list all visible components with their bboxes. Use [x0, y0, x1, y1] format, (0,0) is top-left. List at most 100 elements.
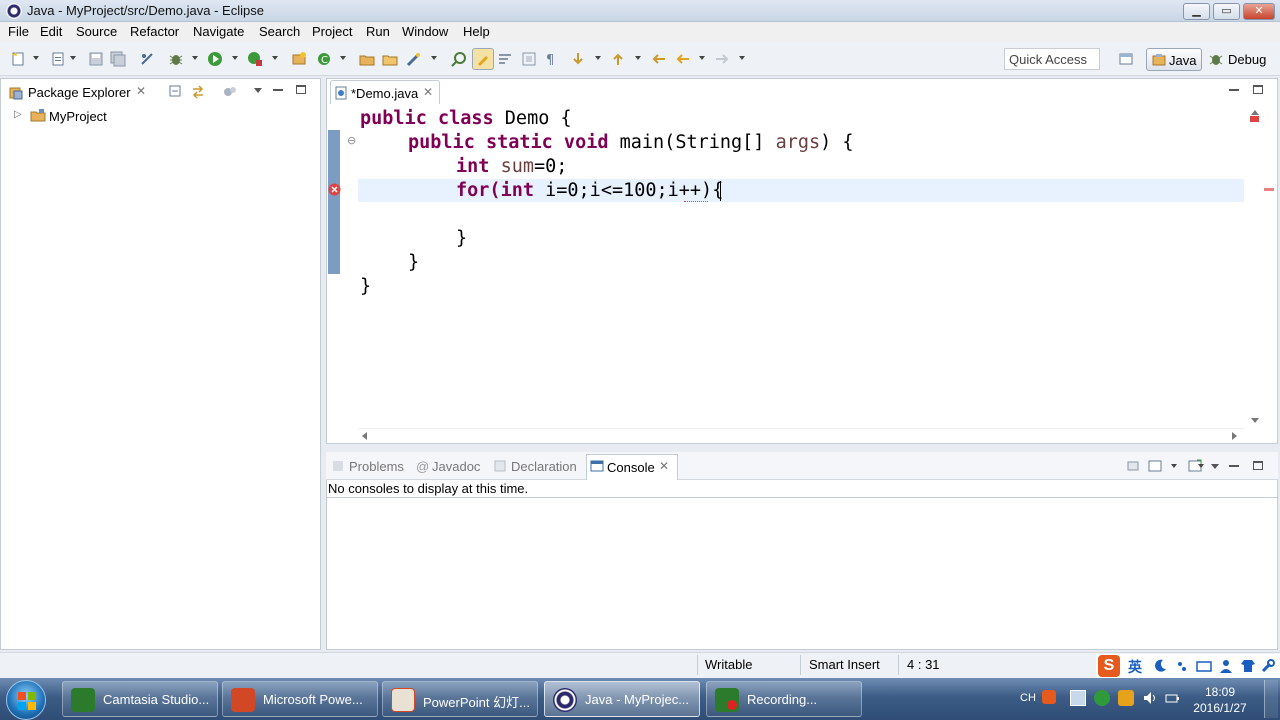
taskbar-item-eclipse[interactable]: Java - MyProjec...	[544, 681, 700, 717]
editor-vertical-scrollbar[interactable]	[1248, 108, 1262, 426]
taskbar-item-recording[interactable]: Recording...	[706, 681, 862, 717]
show-whitespace-icon[interactable]: ¶	[543, 51, 559, 67]
quick-access-input[interactable]: Quick Access	[1004, 48, 1100, 70]
new-java-project-icon[interactable]	[291, 51, 307, 67]
error-overview-marker[interactable]	[1250, 116, 1259, 122]
skip-breakpoints-icon[interactable]	[139, 51, 155, 67]
search-tool-icon[interactable]	[406, 51, 422, 67]
menu-window[interactable]: Window	[402, 24, 448, 39]
external-tools-icon[interactable]	[247, 51, 263, 67]
java-perspective-button[interactable]: Java	[1146, 48, 1202, 71]
network-tray-icon[interactable]	[1070, 690, 1086, 706]
start-button[interactable]	[6, 680, 46, 720]
back-icon[interactable]	[675, 51, 691, 67]
tab-declaration[interactable]: Declaration	[511, 459, 577, 474]
next-annotation-icon[interactable]	[570, 51, 586, 67]
minimize-button[interactable]: ▁	[1183, 3, 1210, 20]
scroll-right-icon[interactable]	[1232, 432, 1237, 440]
prev-annotation-dropdown-icon[interactable]	[635, 56, 641, 60]
editor-tab-demo[interactable]: *Demo.java ✕	[330, 80, 440, 104]
package-explorer-tab[interactable]: Package Explorer ✕	[4, 80, 156, 104]
ime-language-icon[interactable]: 英	[1128, 657, 1142, 677]
run-dropdown-icon[interactable]	[232, 56, 238, 60]
tab-console[interactable]: Console ✕	[586, 454, 678, 480]
run-icon[interactable]	[207, 51, 223, 67]
scroll-up-icon[interactable]	[1251, 110, 1259, 115]
collapse-all-icon[interactable]	[168, 84, 184, 100]
input-language-indicator[interactable]: CH	[1020, 692, 1036, 704]
close-view-icon[interactable]: ✕	[136, 84, 146, 98]
word-wrap-icon[interactable]	[497, 51, 513, 67]
menu-source[interactable]: Source	[76, 24, 117, 39]
open-type-icon[interactable]	[359, 51, 375, 67]
taskbar-item-camtasia[interactable]: Camtasia Studio...	[62, 681, 218, 717]
ime-punct-icon[interactable]	[1174, 658, 1190, 674]
debug-perspective-button[interactable]: Debug	[1208, 48, 1274, 71]
ime-moon-icon[interactable]	[1152, 658, 1168, 674]
new-class-icon[interactable]: C	[316, 51, 332, 67]
menu-refactor[interactable]: Refactor	[130, 24, 179, 39]
display-console-dropdown-icon[interactable]	[1171, 464, 1177, 468]
ime-user-icon[interactable]	[1218, 658, 1234, 674]
menu-project[interactable]: Project	[312, 24, 352, 39]
search-tool-dropdown-icon[interactable]	[431, 56, 437, 60]
save-icon[interactable]	[88, 51, 104, 67]
mark-occurrences-button[interactable]	[472, 48, 494, 70]
ime-keyboard-icon[interactable]	[1196, 658, 1212, 674]
minimize-view-icon[interactable]	[273, 89, 283, 91]
view-menu-icon[interactable]	[254, 88, 262, 93]
sogou-ime-icon[interactable]: S	[1098, 655, 1120, 677]
editor-minimize-icon[interactable]	[1229, 89, 1239, 91]
menu-edit[interactable]: Edit	[40, 24, 62, 39]
menu-run[interactable]: Run	[366, 24, 390, 39]
maximize-view-icon[interactable]	[296, 85, 306, 94]
open-folder-icon[interactable]	[382, 51, 398, 67]
block-selection-icon[interactable]	[521, 51, 537, 67]
display-console-icon[interactable]	[1148, 459, 1162, 473]
console-maximize-icon[interactable]	[1253, 461, 1263, 470]
new-file-dropdown-icon[interactable]	[70, 56, 76, 60]
forward-icon[interactable]	[714, 51, 730, 67]
focus-task-icon[interactable]	[222, 84, 238, 100]
close-button[interactable]: ✕	[1243, 3, 1275, 20]
debug-icon[interactable]	[168, 51, 184, 67]
expand-arrow-icon[interactable]: ▷	[14, 109, 22, 120]
taskbar-item-powerpoint[interactable]: Microsoft Powe...	[222, 681, 378, 717]
new-class-dropdown-icon[interactable]	[340, 56, 346, 60]
console-view-menu-icon[interactable]	[1211, 464, 1219, 469]
external-tools-dropdown-icon[interactable]	[272, 56, 278, 60]
system-clock[interactable]: 18:09 2016/1/27	[1190, 684, 1250, 716]
sogou-tray-icon[interactable]	[1042, 690, 1056, 704]
ime-shirt-icon[interactable]	[1240, 658, 1256, 674]
console-minimize-icon[interactable]	[1229, 465, 1239, 467]
tab-problems[interactable]: Problems	[349, 459, 404, 474]
show-desktop-button[interactable]	[1264, 680, 1278, 718]
error-marker-icon[interactable]	[328, 183, 341, 196]
notification-tray-icon[interactable]	[1118, 690, 1134, 706]
editor-maximize-icon[interactable]	[1253, 85, 1263, 94]
pin-console-icon[interactable]	[1126, 459, 1140, 473]
menu-navigate[interactable]: Navigate	[193, 24, 244, 39]
debug-dropdown-icon[interactable]	[192, 56, 198, 60]
tab-javadoc[interactable]: Javadoc	[432, 459, 480, 474]
prev-annotation-icon[interactable]	[610, 51, 626, 67]
ime-tools-icon[interactable]	[1260, 658, 1276, 674]
back-dropdown-icon[interactable]	[699, 56, 705, 60]
taskbar-item-slideshow[interactable]: PowerPoint 幻灯...	[382, 681, 538, 717]
volume-icon[interactable]	[1142, 690, 1158, 706]
menu-search[interactable]: Search	[259, 24, 300, 39]
scroll-down-icon[interactable]	[1251, 418, 1259, 423]
menu-help[interactable]: Help	[463, 24, 490, 39]
menu-file[interactable]: File	[8, 24, 29, 39]
link-with-editor-icon[interactable]	[190, 84, 206, 100]
forward-dropdown-icon[interactable]	[739, 56, 745, 60]
close-console-icon[interactable]: ✕	[659, 459, 669, 473]
open-perspective-icon[interactable]	[1118, 51, 1134, 67]
new-dropdown-icon[interactable]	[33, 56, 39, 60]
next-annotation-dropdown-icon[interactable]	[595, 56, 601, 60]
save-all-icon[interactable]	[110, 51, 126, 67]
maximize-button[interactable]: ▭	[1213, 3, 1240, 20]
toggle-breadcrumb-icon[interactable]	[451, 51, 467, 67]
new-icon[interactable]	[10, 51, 26, 67]
editor-horizontal-scrollbar[interactable]	[358, 428, 1244, 442]
